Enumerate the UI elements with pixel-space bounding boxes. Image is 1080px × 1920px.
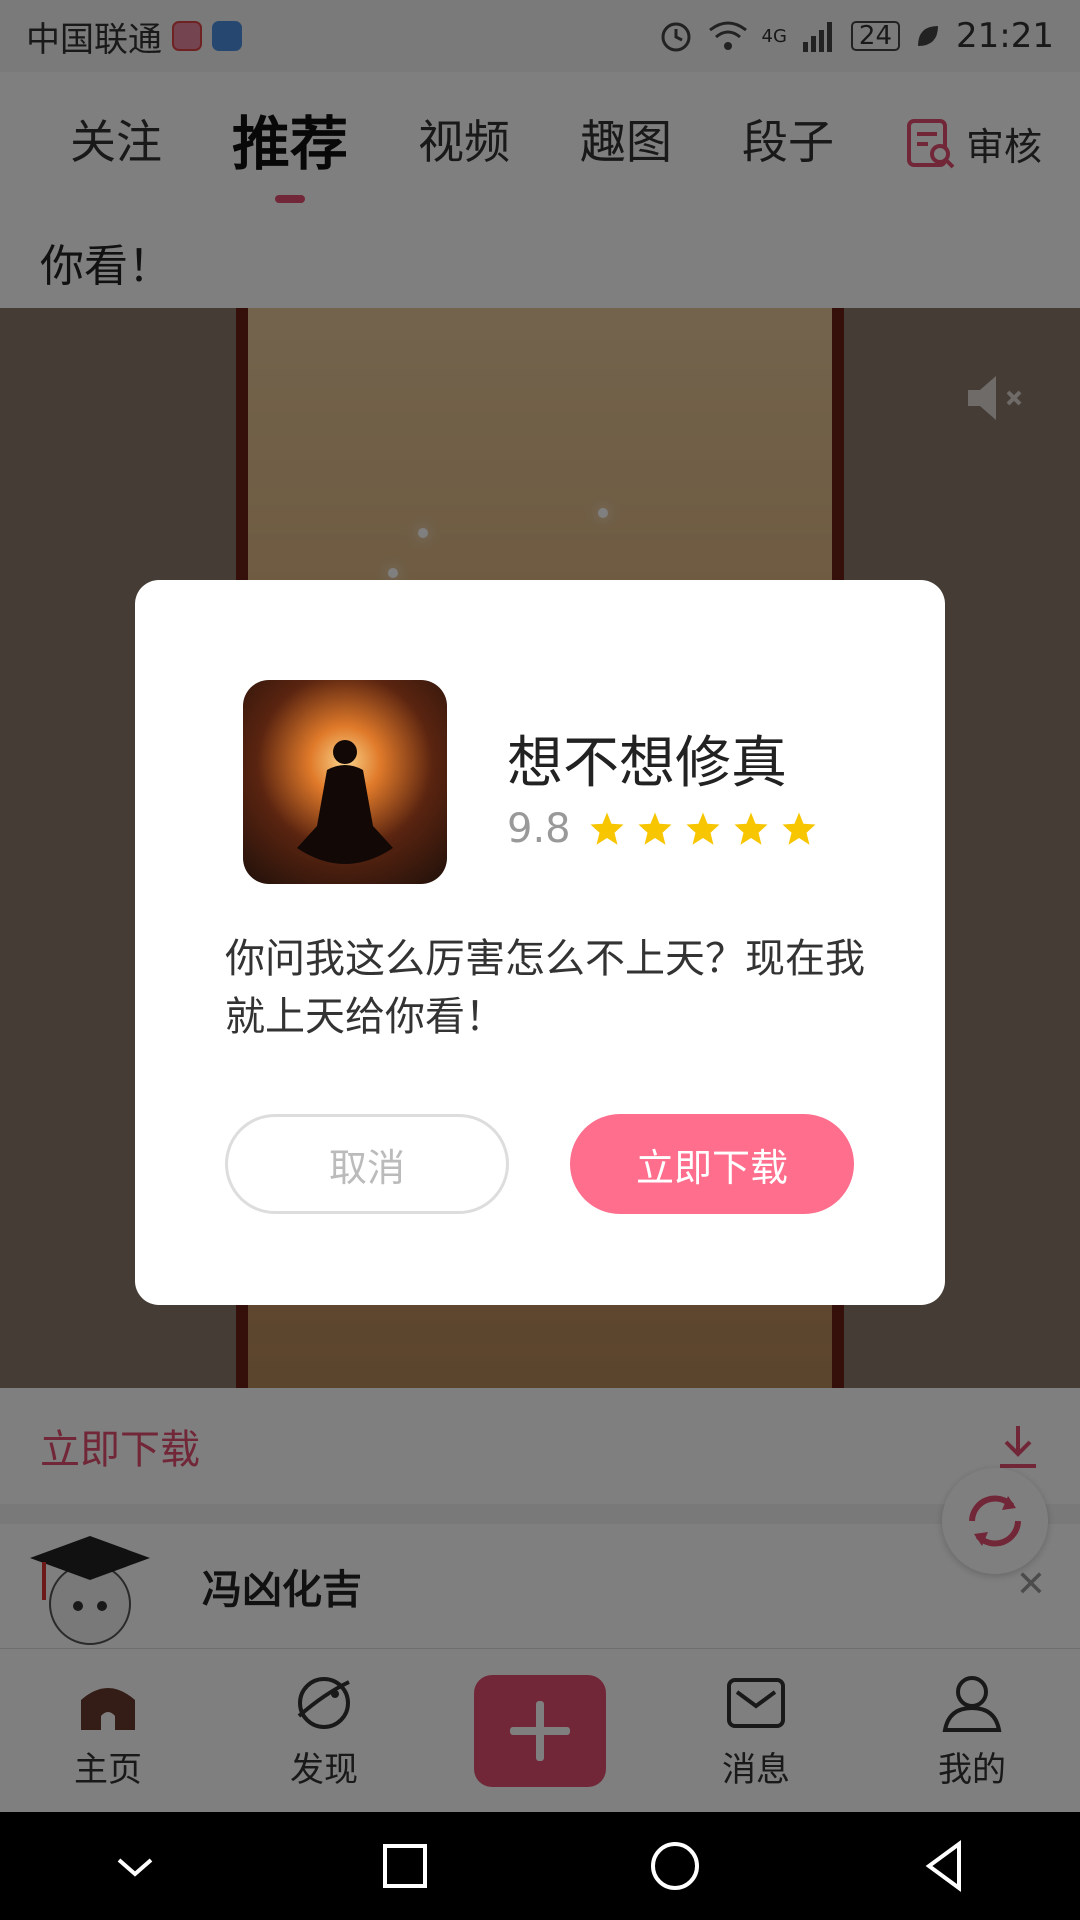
rating-row: 9.8 (507, 806, 817, 852)
star-icon (686, 812, 720, 845)
home-button-icon[interactable] (645, 1836, 705, 1896)
rating-value: 9.8 (507, 806, 571, 852)
meditating-figure-icon (297, 740, 393, 864)
star-icon (638, 812, 672, 845)
app-name: 想不想修真 (507, 731, 787, 796)
recent-apps-icon[interactable] (375, 1836, 435, 1896)
collapse-icon[interactable] (105, 1836, 165, 1896)
download-now-button[interactable]: 立即下载 (570, 1114, 854, 1214)
star-icon (734, 812, 768, 845)
app-description: 你问我这么厉害怎么不上天？现在我就上天给你看！ (225, 936, 865, 1040)
cancel-button[interactable]: 取消 (225, 1114, 509, 1214)
download-dialog: 想不想修真 9.8 你问我这么厉害怎么不上天？现在我就上天给你看！ 取消 立即下… (135, 580, 945, 1305)
star-icon (782, 812, 816, 845)
back-icon[interactable] (915, 1836, 975, 1896)
star-icon (590, 812, 624, 845)
system-nav-bar (0, 1812, 1080, 1920)
app-icon (243, 680, 447, 884)
